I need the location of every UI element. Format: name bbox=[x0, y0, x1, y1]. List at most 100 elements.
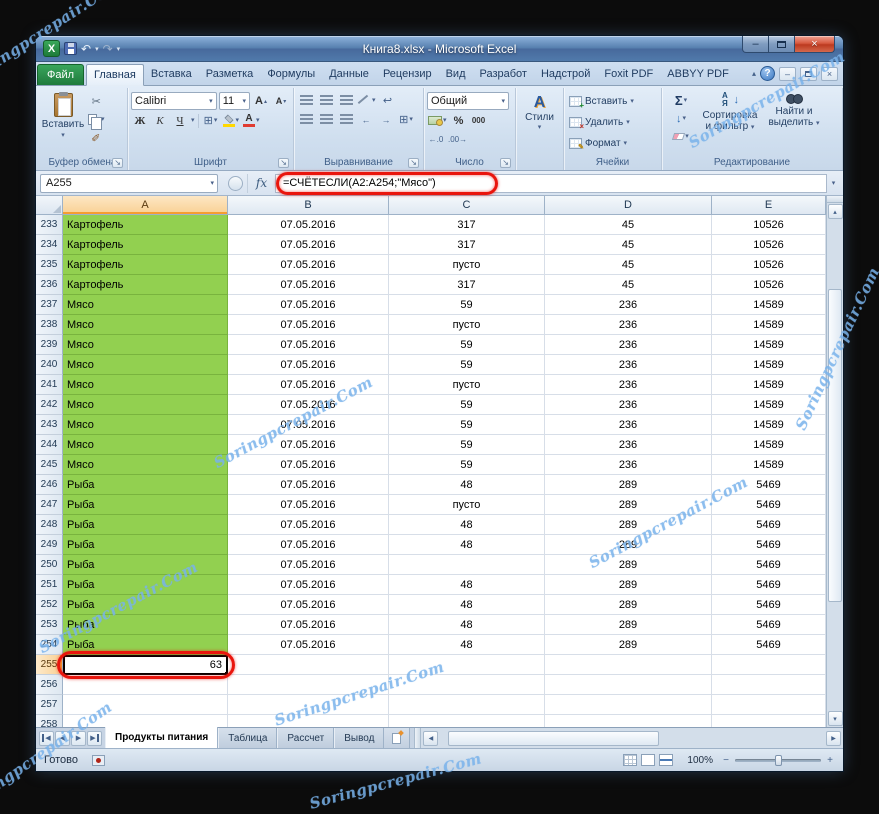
cell-E241[interactable]: 14589 bbox=[712, 375, 826, 395]
tab-file[interactable]: Файл bbox=[37, 64, 84, 85]
cell-C233[interactable]: 317 bbox=[389, 215, 545, 235]
cell-A244[interactable]: Мясо bbox=[63, 435, 228, 455]
qat-customize-icon[interactable]: ▾ bbox=[117, 45, 121, 53]
cell-A237[interactable]: Мясо bbox=[63, 295, 228, 315]
cell-A235[interactable]: Картофель bbox=[63, 255, 228, 275]
ribbon-tab-разработ[interactable]: Разработ bbox=[473, 63, 534, 85]
collapse-ribbon-icon[interactable]: ▴ bbox=[752, 69, 756, 78]
cell-C236[interactable]: 317 bbox=[389, 275, 545, 295]
row-header-256[interactable]: 256 bbox=[36, 675, 63, 695]
row-header-236[interactable]: 236 bbox=[36, 275, 63, 295]
cell-E249[interactable]: 5469 bbox=[712, 535, 826, 555]
cell-C251[interactable]: 48 bbox=[389, 575, 545, 595]
decrease-indent-button[interactable]: ← bbox=[357, 111, 375, 128]
align-middle-button[interactable] bbox=[317, 92, 335, 109]
cell-B237[interactable]: 07.05.2016 bbox=[228, 295, 389, 315]
font-size-select[interactable]: 11 ▾ bbox=[218, 92, 250, 110]
cell-B251[interactable]: 07.05.2016 bbox=[228, 575, 389, 595]
cell-E253[interactable]: 5469 bbox=[712, 615, 826, 635]
cell-D255[interactable] bbox=[545, 655, 712, 675]
cell-C241[interactable]: пусто bbox=[389, 375, 545, 395]
cell-E258[interactable] bbox=[712, 715, 826, 727]
cell-E238[interactable]: 14589 bbox=[712, 315, 826, 335]
delete-cells-button[interactable]: × Удалить ▾ bbox=[567, 113, 658, 132]
scroll-right-icon[interactable]: ▶ bbox=[826, 730, 841, 746]
cell-C249[interactable]: 48 bbox=[389, 535, 545, 555]
cell-E236[interactable]: 10526 bbox=[712, 275, 826, 295]
cell-C234[interactable]: 317 bbox=[389, 235, 545, 255]
row-header-254[interactable]: 254 bbox=[36, 635, 63, 655]
row-header-234[interactable]: 234 bbox=[36, 235, 63, 255]
cell-D258[interactable] bbox=[545, 715, 712, 727]
cell-D235[interactable]: 45 bbox=[545, 255, 712, 275]
cell-B247[interactable]: 07.05.2016 bbox=[228, 495, 389, 515]
cell-B240[interactable]: 07.05.2016 bbox=[228, 355, 389, 375]
cell-D241[interactable]: 236 bbox=[545, 375, 712, 395]
zoom-in-button[interactable]: + bbox=[825, 755, 835, 766]
row-header-258[interactable]: 258 bbox=[36, 715, 63, 727]
cell-E245[interactable]: 14589 bbox=[712, 455, 826, 475]
redo-icon[interactable]: ↷ bbox=[103, 42, 113, 56]
cell-C248[interactable]: 48 bbox=[389, 515, 545, 535]
cell-B243[interactable]: 07.05.2016 bbox=[228, 415, 389, 435]
macro-record-icon[interactable] bbox=[91, 754, 105, 766]
cell-E240[interactable]: 14589 bbox=[712, 355, 826, 375]
name-box[interactable]: A255 ▾ bbox=[40, 173, 218, 193]
cell-D245[interactable]: 236 bbox=[545, 455, 712, 475]
cell-A242[interactable]: Мясо bbox=[63, 395, 228, 415]
cell-A248[interactable]: Рыба bbox=[63, 515, 228, 535]
decrease-decimal-button[interactable]: .00→ bbox=[447, 131, 468, 148]
insert-worksheet-button[interactable] bbox=[384, 728, 411, 748]
ribbon-tab-разметка[interactable]: Разметка bbox=[199, 63, 261, 85]
cell-B255[interactable] bbox=[228, 655, 389, 675]
cell-B235[interactable]: 07.05.2016 bbox=[228, 255, 389, 275]
paste-button[interactable]: Вставить ▾ bbox=[41, 90, 85, 155]
cell-A258[interactable] bbox=[63, 715, 228, 727]
cell-E242[interactable]: 14589 bbox=[712, 395, 826, 415]
scroll-down-icon[interactable]: ▾ bbox=[827, 711, 843, 726]
cell-E246[interactable]: 5469 bbox=[712, 475, 826, 495]
dialog-launcher-icon[interactable]: ↘ bbox=[408, 158, 419, 168]
ribbon-tab-вид[interactable]: Вид bbox=[439, 63, 473, 85]
cell-B239[interactable]: 07.05.2016 bbox=[228, 335, 389, 355]
cell-E256[interactable] bbox=[712, 675, 826, 695]
cell-D240[interactable]: 236 bbox=[545, 355, 712, 375]
cell-A240[interactable]: Мясо bbox=[63, 355, 228, 375]
cell-A236[interactable]: Картофель bbox=[63, 275, 228, 295]
ribbon-tab-abbyy-pdf[interactable]: ABBYY PDF bbox=[660, 63, 736, 85]
cell-A252[interactable]: Рыба bbox=[63, 595, 228, 615]
horizontal-scroll-thumb[interactable] bbox=[448, 730, 660, 746]
sort-filter-button[interactable]: А Я ↓ Сортировка и фильтр ▾ bbox=[699, 90, 761, 155]
align-left-button[interactable] bbox=[297, 111, 315, 128]
increase-font-button[interactable]: А ▴ bbox=[252, 93, 270, 110]
ribbon-tab-главная[interactable]: Главная bbox=[86, 64, 144, 86]
row-header-250[interactable]: 250 bbox=[36, 555, 63, 575]
ribbon-tab-foxit-pdf[interactable]: Foxit PDF bbox=[597, 63, 660, 85]
cell-C257[interactable] bbox=[389, 695, 545, 715]
vertical-scrollbar[interactable]: ▴ ▾ bbox=[826, 196, 843, 727]
cell-A254[interactable]: Рыба bbox=[63, 635, 228, 655]
cell-C250[interactable] bbox=[389, 555, 545, 575]
cell-B253[interactable]: 07.05.2016 bbox=[228, 615, 389, 635]
row-header-233[interactable]: 233 bbox=[36, 215, 63, 235]
column-header-D[interactable]: D bbox=[545, 196, 712, 214]
cell-D234[interactable]: 45 bbox=[545, 235, 712, 255]
workbook-minimize-button[interactable]: – bbox=[779, 66, 796, 81]
cell-B244[interactable]: 07.05.2016 bbox=[228, 435, 389, 455]
scroll-left-icon[interactable]: ◀ bbox=[423, 730, 439, 746]
cell-D251[interactable]: 289 bbox=[545, 575, 712, 595]
dropdown-icon[interactable]: ▾ bbox=[191, 117, 195, 124]
align-center-button[interactable] bbox=[317, 111, 335, 128]
cell-C239[interactable]: 59 bbox=[389, 335, 545, 355]
cell-D253[interactable]: 289 bbox=[545, 615, 712, 635]
ribbon-tab-данные[interactable]: Данные bbox=[322, 63, 376, 85]
cell-D233[interactable]: 45 bbox=[545, 215, 712, 235]
zoom-out-button[interactable]: − bbox=[721, 755, 731, 766]
cell-B257[interactable] bbox=[228, 695, 389, 715]
cell-A234[interactable]: Картофель bbox=[63, 235, 228, 255]
row-header-255[interactable]: 255 bbox=[36, 655, 63, 675]
cell-C237[interactable]: 59 bbox=[389, 295, 545, 315]
formula-bar-expand-icon[interactable]: ▾ bbox=[827, 174, 840, 193]
excel-logo-icon[interactable]: X bbox=[43, 40, 60, 57]
format-cells-button[interactable]: ✎ Формат ▾ bbox=[567, 134, 658, 153]
